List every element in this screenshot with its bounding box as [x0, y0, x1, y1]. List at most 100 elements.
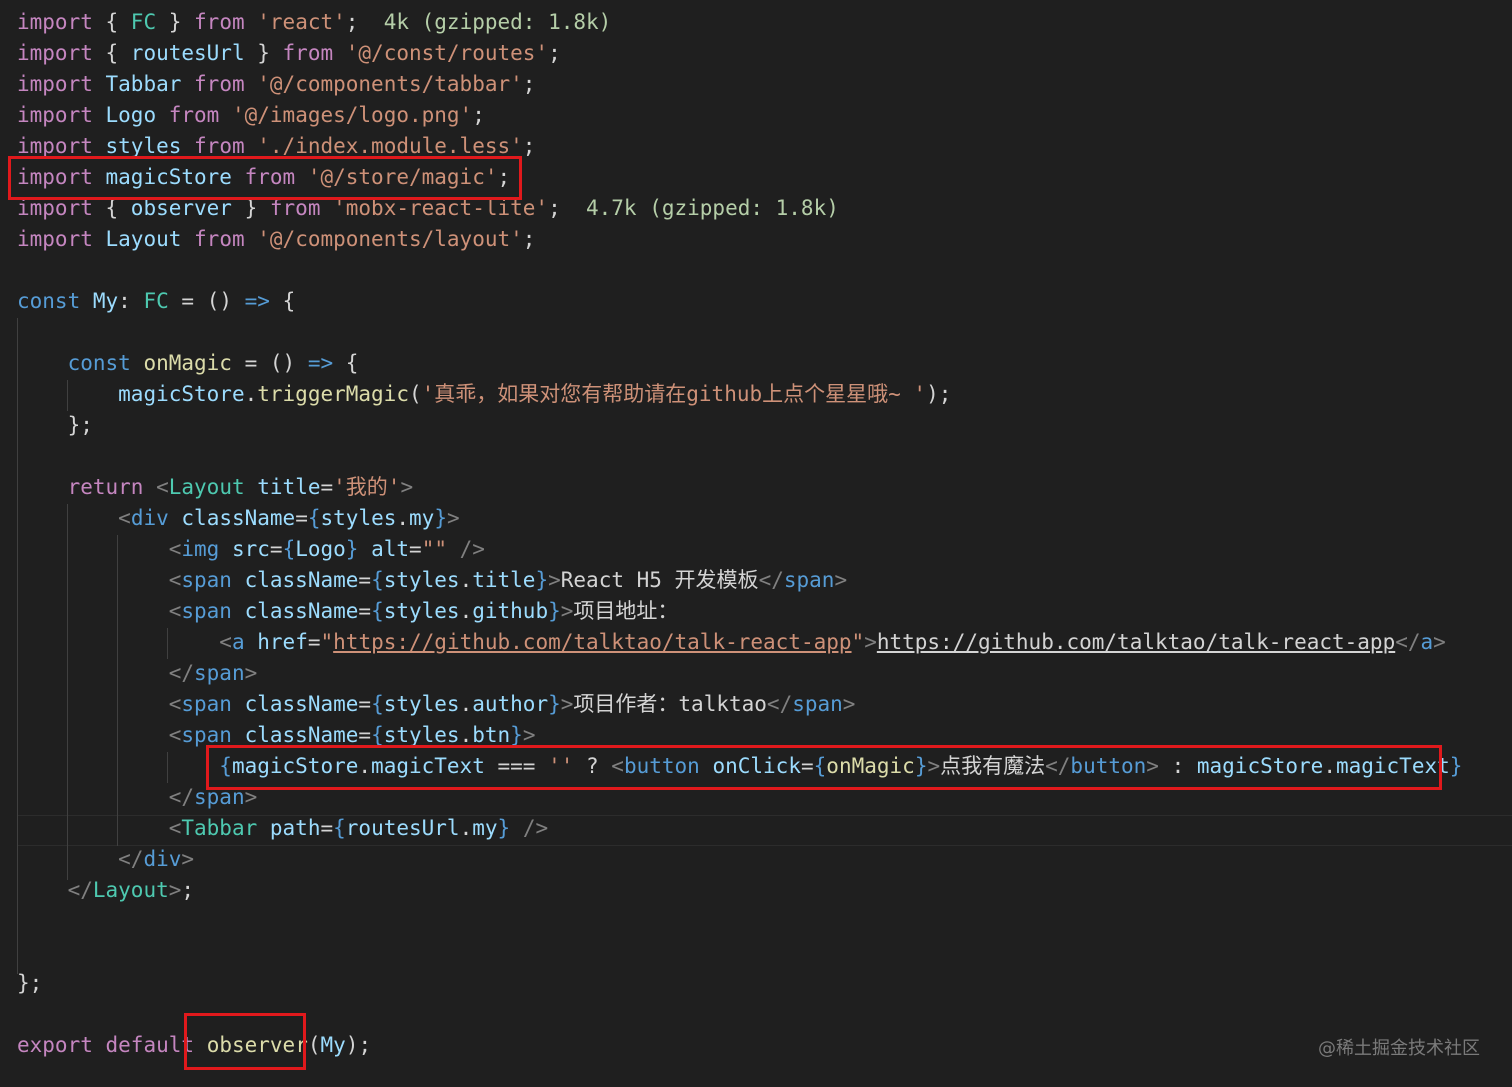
- code-token: >: [834, 568, 848, 592]
- code-token: }: [497, 816, 511, 840]
- code-line[interactable]: import { routesUrl } from '@/const/route…: [17, 38, 561, 69]
- code-token: />: [447, 537, 485, 561]
- code-token: =: [320, 475, 334, 499]
- code-token: >: [560, 692, 574, 716]
- code-line[interactable]: import Tabbar from '@/components/tabbar'…: [17, 69, 535, 100]
- code-token: }: [510, 723, 523, 747]
- code-token: '@/components/layout': [257, 227, 523, 251]
- code-token: {: [371, 692, 384, 716]
- code-line[interactable]: </Layout>;: [17, 875, 194, 906]
- code-token: Layout: [168, 475, 245, 499]
- code-token: =: [358, 723, 372, 747]
- code-token: >: [168, 878, 182, 902]
- code-token: styles: [105, 134, 182, 158]
- code-token: >: [1433, 630, 1446, 654]
- code-line[interactable]: <span className={styles.author}>项目作者：tal…: [17, 689, 856, 720]
- code-line[interactable]: import Layout from '@/components/layout'…: [17, 224, 535, 255]
- code-token: <: [168, 537, 182, 561]
- code-token: >: [244, 661, 258, 685]
- code-line[interactable]: <a href="https://github.com/talktao/talk…: [17, 627, 1446, 658]
- code-line[interactable]: const My: FC = () => {: [17, 286, 295, 317]
- annotation-box-import-magicstore: [8, 156, 522, 200]
- code-token: Logo: [105, 103, 157, 127]
- code-token: }: [548, 692, 561, 716]
- code-line[interactable]: </span>: [17, 658, 258, 689]
- code-token: }: [548, 599, 561, 623]
- code-token: <: [168, 723, 182, 747]
- code-token: ;: [548, 196, 586, 220]
- code-line[interactable]: <Tabbar path={routesUrl.my} />: [17, 813, 548, 844]
- code-token: import: [17, 72, 93, 96]
- import-cost-hint: 4k (gzipped: 1.8k): [383, 10, 612, 34]
- code-token: = (): [231, 351, 308, 375]
- code-token: src: [231, 537, 270, 561]
- code-line[interactable]: import { FC } from 'react'; 4k (gzipped:…: [17, 7, 611, 38]
- code-token: span: [181, 599, 232, 623]
- code-line[interactable]: <span className={styles.title}>React H5 …: [17, 565, 847, 596]
- code-token: from: [194, 10, 245, 34]
- code-token: styles: [320, 506, 397, 530]
- code-token: =: [269, 537, 283, 561]
- code-token: path: [269, 816, 321, 840]
- code-line[interactable]: magicStore.triggerMagic('真乖，如果对您有帮助请在git…: [17, 379, 951, 410]
- code-token: {: [282, 537, 296, 561]
- code-token: div: [143, 847, 182, 871]
- code-token: from: [194, 227, 245, 251]
- code-token: className: [244, 692, 359, 716]
- code-token: <: [168, 568, 182, 592]
- code-token: >: [548, 568, 561, 592]
- code-line[interactable]: return <Layout title='我的'>: [17, 472, 414, 503]
- code-token: ;: [472, 103, 485, 127]
- code-line[interactable]: <div className={styles.my}>: [17, 503, 459, 534]
- code-token: a: [1420, 630, 1434, 654]
- code-token: from: [194, 134, 245, 158]
- code-token: }: [434, 506, 447, 530]
- code-token: routesUrl: [130, 41, 245, 65]
- code-token: = (): [168, 289, 245, 313]
- code-token: '@/components/tabbar': [257, 72, 523, 96]
- code-token: span: [181, 723, 232, 747]
- code-token: div: [130, 506, 169, 530]
- code-token: {: [371, 599, 384, 623]
- code-token: =>: [244, 289, 270, 313]
- code-token: github: [472, 599, 549, 623]
- code-token: span: [792, 692, 843, 716]
- code-editor[interactable]: import { FC } from 'react'; 4k (gzipped:…: [0, 0, 1512, 1087]
- code-token: import: [17, 10, 93, 34]
- code-token: span: [181, 568, 232, 592]
- code-line[interactable]: const onMagic = () => {: [17, 348, 359, 379]
- code-line[interactable]: import Logo from '@/images/logo.png';: [17, 100, 485, 131]
- code-token: from: [282, 41, 334, 65]
- code-line[interactable]: };: [17, 968, 42, 999]
- code-token: '真乖，如果对您有帮助请在github上点个星星哦~ ': [421, 382, 927, 406]
- code-line[interactable]: <span className={styles.github}>项目地址：: [17, 596, 679, 627]
- code-token: default: [105, 1033, 195, 1057]
- code-token: title: [257, 475, 321, 499]
- code-line[interactable]: };: [17, 410, 93, 441]
- code-token: >: [522, 723, 536, 747]
- code-token: https://github.com/talktao/talk-react-ap…: [876, 630, 1396, 654]
- code-line[interactable]: <img src={Logo} alt="" />: [17, 534, 485, 565]
- code-line[interactable]: </div>: [17, 844, 194, 875]
- annotation-box-magic-text-expression: [206, 745, 1442, 790]
- code-token: author: [472, 692, 549, 716]
- code-token: {: [371, 723, 384, 747]
- code-token: my: [409, 506, 435, 530]
